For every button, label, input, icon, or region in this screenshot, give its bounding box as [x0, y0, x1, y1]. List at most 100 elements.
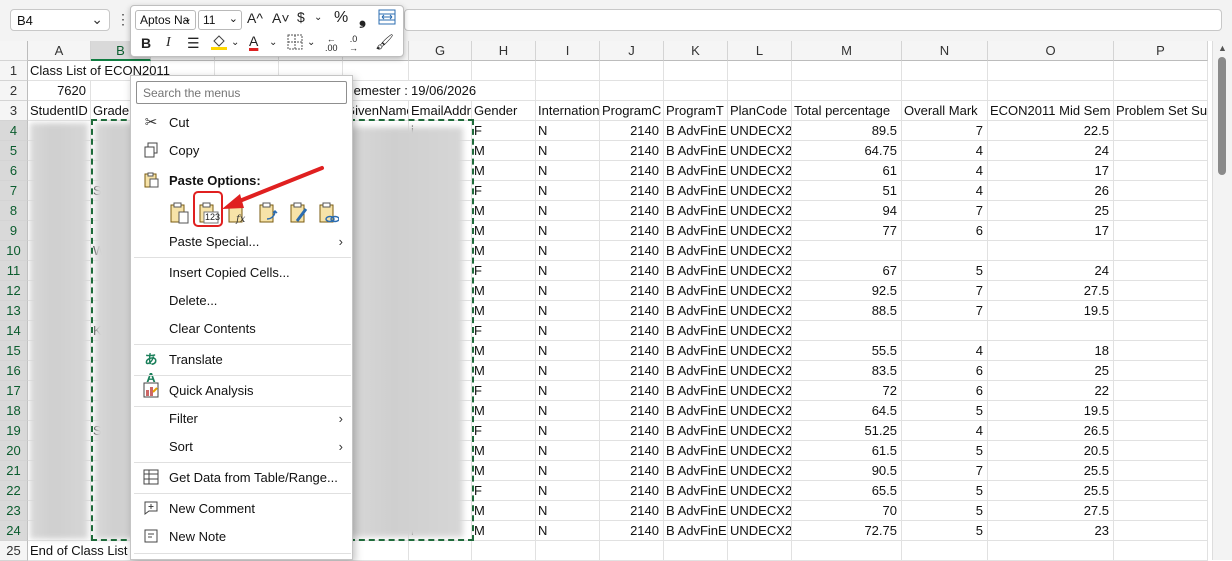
row-header-21[interactable]: 21 — [0, 461, 28, 481]
cell-k19[interactable]: B AdvFinEc — [664, 421, 728, 441]
cell-j3[interactable]: ProgramC — [600, 101, 664, 121]
row-header-11[interactable]: 11 — [0, 261, 28, 281]
cell-j12[interactable]: 2140 — [600, 281, 664, 301]
cell-p2[interactable] — [1114, 81, 1208, 101]
cell-l18[interactable]: UNDECX21 — [728, 401, 792, 421]
cell-j11[interactable]: 2140 — [600, 261, 664, 281]
cell-l13[interactable]: UNDECX21 — [728, 301, 792, 321]
vertical-scrollbar[interactable]: ▲ — [1212, 41, 1232, 560]
cell-p21[interactable] — [1114, 461, 1208, 481]
cell-m13[interactable]: 88.5 — [792, 301, 902, 321]
cell-h9[interactable]: M — [472, 221, 536, 241]
cell-i18[interactable]: N — [536, 401, 600, 421]
cell-h4[interactable]: F — [472, 121, 536, 141]
column-header-o[interactable]: O — [988, 41, 1114, 61]
cell-a1[interactable]: Class List of ECON2011 — [28, 61, 170, 81]
cell-m14[interactable] — [792, 321, 902, 341]
menu-item-insert-copied-cells[interactable]: Insert Copied Cells... — [132, 261, 351, 285]
column-header-h[interactable]: H — [472, 41, 536, 61]
cell-p19[interactable] — [1114, 421, 1208, 441]
column-header-k[interactable]: K — [664, 41, 728, 61]
cell-i15[interactable]: N — [536, 341, 600, 361]
row-header-12[interactable]: 12 — [0, 281, 28, 301]
menu-item-new-comment[interactable]: New Comment — [132, 497, 351, 521]
cell-h1[interactable] — [472, 61, 536, 81]
row-header-20[interactable]: 20 — [0, 441, 28, 461]
cell-n7[interactable]: 4 — [902, 181, 988, 201]
cell-a25[interactable]: End of Class List — [28, 541, 128, 561]
cell-h10[interactable]: M — [472, 241, 536, 261]
cell-i9[interactable]: N — [536, 221, 600, 241]
cell-i4[interactable]: N — [536, 121, 600, 141]
cell-l25[interactable] — [728, 541, 792, 561]
cell-p3[interactable]: Problem Set Su — [1114, 101, 1208, 121]
menu-item-quick-analysis[interactable]: Quick Analysis — [132, 379, 351, 403]
cell-p10[interactable] — [1114, 241, 1208, 261]
cell-i3[interactable]: International — [536, 101, 600, 121]
cell-l23[interactable]: UNDECX21 — [728, 501, 792, 521]
cell-h25[interactable] — [472, 541, 536, 561]
cell-o23[interactable]: 27.5 — [988, 501, 1114, 521]
cell-j13[interactable]: 2140 — [600, 301, 664, 321]
cell-o12[interactable]: 27.5 — [988, 281, 1114, 301]
row-header-7[interactable]: 7 — [0, 181, 28, 201]
cell-i12[interactable]: N — [536, 281, 600, 301]
cell-o14[interactable] — [988, 321, 1114, 341]
cell-a2[interactable]: 7620 — [28, 81, 91, 101]
cell-i16[interactable]: N — [536, 361, 600, 381]
row-header-14[interactable]: 14 — [0, 321, 28, 341]
cell-m22[interactable]: 65.5 — [792, 481, 902, 501]
cell-n25[interactable] — [902, 541, 988, 561]
cell-l11[interactable]: UNDECX21 — [728, 261, 792, 281]
cell-j7[interactable]: 2140 — [600, 181, 664, 201]
cell-h14[interactable]: F — [472, 321, 536, 341]
chevron-down-icon[interactable]: ⌄ — [314, 12, 322, 23]
column-header-g[interactable]: G — [409, 41, 472, 61]
cell-p13[interactable] — [1114, 301, 1208, 321]
cell-o10[interactable] — [988, 241, 1114, 261]
cell-o1[interactable] — [988, 61, 1114, 81]
cell-m1[interactable] — [792, 61, 902, 81]
cell-p15[interactable] — [1114, 341, 1208, 361]
row-header-3[interactable]: 3 — [0, 101, 28, 121]
cell-o7[interactable]: 26 — [988, 181, 1114, 201]
row-header-6[interactable]: 6 — [0, 161, 28, 181]
fill-color-icon[interactable] — [210, 33, 228, 54]
chevron-down-icon[interactable]: ⌄ — [307, 37, 315, 48]
column-header-p[interactable]: P — [1114, 41, 1208, 61]
cell-i21[interactable]: N — [536, 461, 600, 481]
cell-i7[interactable]: N — [536, 181, 600, 201]
cell-h13[interactable]: M — [472, 301, 536, 321]
cell-j18[interactable]: 2140 — [600, 401, 664, 421]
cell-i8[interactable]: N — [536, 201, 600, 221]
cell-g25[interactable] — [409, 541, 472, 561]
cell-k7[interactable]: B AdvFinEc — [664, 181, 728, 201]
cell-k3[interactable]: ProgramT — [664, 101, 728, 121]
cell-g2[interactable]: 19/06/2026 — [409, 81, 476, 101]
row-header-2[interactable]: 2 — [0, 81, 28, 101]
cell-l9[interactable]: UNDECX21 — [728, 221, 792, 241]
merge-cells-icon[interactable] — [378, 9, 396, 28]
cell-k12[interactable]: B AdvFinEc — [664, 281, 728, 301]
comma-style-icon[interactable]: ❟ — [359, 8, 366, 29]
cell-n9[interactable]: 6 — [902, 221, 988, 241]
cell-i13[interactable]: N — [536, 301, 600, 321]
cell-l1[interactable] — [728, 61, 792, 81]
cell-l10[interactable]: UNDECX2140 — [728, 241, 792, 261]
cell-m11[interactable]: 67 — [792, 261, 902, 281]
cell-n21[interactable]: 7 — [902, 461, 988, 481]
cell-k24[interactable]: B AdvFinEc — [664, 521, 728, 541]
cell-n6[interactable]: 4 — [902, 161, 988, 181]
cell-p20[interactable] — [1114, 441, 1208, 461]
percent-style-icon[interactable]: % — [334, 9, 348, 27]
font-color-icon[interactable]: A — [249, 33, 258, 49]
cell-k4[interactable]: B AdvFinEc — [664, 121, 728, 141]
cell-j16[interactable]: 2140 — [600, 361, 664, 381]
cell-p4[interactable] — [1114, 121, 1208, 141]
row-header-9[interactable]: 9 — [0, 221, 28, 241]
paste-icon[interactable] — [168, 201, 190, 225]
cell-j4[interactable]: 2140 — [600, 121, 664, 141]
cell-o11[interactable]: 24 — [988, 261, 1114, 281]
cell-h12[interactable]: M — [472, 281, 536, 301]
cell-l5[interactable]: UNDECX21 — [728, 141, 792, 161]
